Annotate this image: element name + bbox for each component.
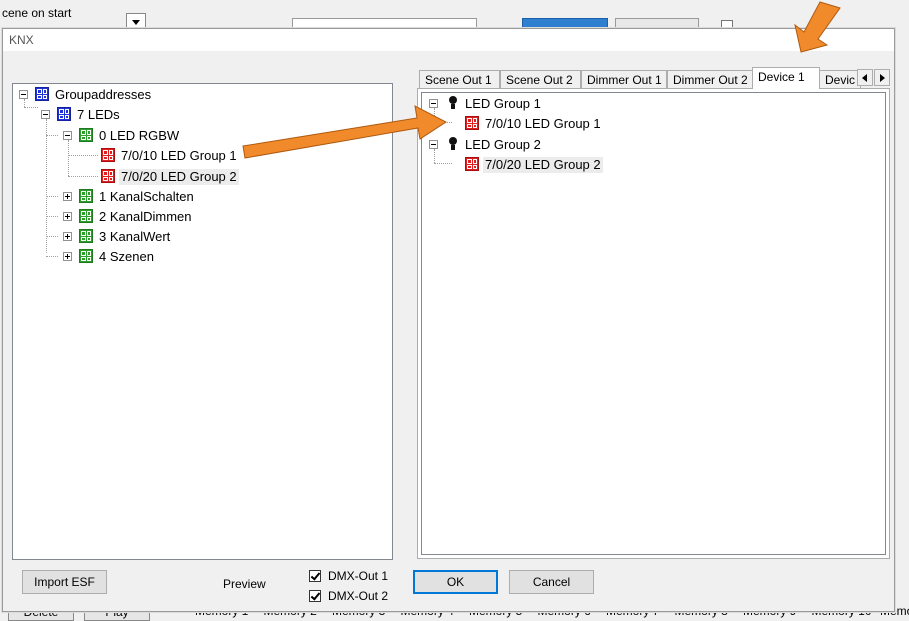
device-address-7-0-20[interactable]: 7/0/20 LED Group 2 xyxy=(465,156,645,174)
tab-scroll-left-icon[interactable] xyxy=(857,69,873,86)
tree-node-address-7-0-10[interactable]: 7/0/10 LED Group 1 xyxy=(101,147,261,165)
group-address-icon xyxy=(465,157,479,171)
collapse-icon[interactable] xyxy=(429,99,438,108)
tree-line xyxy=(46,256,58,257)
cancel-button[interactable]: Cancel xyxy=(509,570,594,594)
expand-icon[interactable] xyxy=(63,232,72,241)
device-group-led-group-1[interactable]: LED Group 1 xyxy=(429,95,629,113)
tree-line xyxy=(46,236,58,237)
tree-node-kanaldimmen[interactable]: 2 KanalDimmen xyxy=(63,208,263,226)
tree-node-label: 7 LEDs xyxy=(77,107,120,122)
background-app-toolbar: cene on start xyxy=(0,0,909,32)
group-address-icon xyxy=(101,169,115,183)
group-folder-icon xyxy=(35,87,49,101)
tree-line xyxy=(68,155,98,156)
tree-line xyxy=(68,140,69,176)
tree-node-label: 1 KanalSchalten xyxy=(99,189,194,204)
tree-node-7-leds[interactable]: 7 LEDs xyxy=(41,106,241,124)
output-tab-strip: Scene Out 1 Scene Out 2 Dimmer Out 1 Dim… xyxy=(419,67,890,89)
ok-button[interactable]: OK xyxy=(413,570,498,594)
collapse-icon[interactable] xyxy=(63,131,72,140)
tree-node-label: 7/0/10 LED Group 1 xyxy=(121,148,237,163)
dmx-out-2-checkbox[interactable] xyxy=(309,590,321,602)
tree-line xyxy=(24,107,38,108)
tree-node-kanalschalten[interactable]: 1 KanalSchalten xyxy=(63,188,263,206)
group-folder-icon xyxy=(79,229,93,243)
device-group-led-group-2[interactable]: LED Group 2 xyxy=(429,136,629,154)
tree-node-label: LED Group 2 xyxy=(465,137,541,152)
tree-node-label: Groupaddresses xyxy=(55,87,152,102)
tab-dimmer-out-2[interactable]: Dimmer Out 2 xyxy=(667,70,753,88)
background-right-edge xyxy=(893,30,909,619)
tree-line xyxy=(68,176,98,177)
expand-icon[interactable] xyxy=(63,192,72,201)
tab-dimmer-out-1[interactable]: Dimmer Out 1 xyxy=(581,70,667,88)
group-folder-icon xyxy=(79,249,93,263)
dmx-out-2-label: DMX-Out 2 xyxy=(328,589,389,603)
group-folder-icon xyxy=(57,107,71,121)
tab-scroll-right-icon[interactable] xyxy=(874,69,890,86)
tab-device-1[interactable]: Device 1 xyxy=(752,67,820,89)
tree-node-label: LED Group 1 xyxy=(465,96,541,111)
tree-node-label: 2 KanalDimmen xyxy=(99,209,192,224)
tree-node-address-7-0-20[interactable]: 7/0/20 LED Group 2 xyxy=(101,168,261,186)
group-folder-icon xyxy=(79,128,93,142)
group-folder-icon xyxy=(79,189,93,203)
tab-scene-out-2[interactable]: Scene Out 2 xyxy=(500,70,581,88)
tree-node-label: 7/0/10 LED Group 1 xyxy=(485,116,601,131)
tab-scene-out-1[interactable]: Scene Out 1 xyxy=(419,70,500,88)
tree-node-szenen[interactable]: 4 Szenen xyxy=(63,248,263,266)
tree-node-label: 7/0/20 LED Group 2 xyxy=(119,169,239,185)
group-address-icon xyxy=(101,148,115,162)
tree-line xyxy=(46,119,47,253)
tree-line xyxy=(434,163,452,164)
dialog-title: KNX xyxy=(9,33,34,47)
light-bulb-icon xyxy=(447,137,459,151)
device-tree[interactable]: LED Group 1 7/0/10 LED Group 1 LED Group… xyxy=(421,92,886,555)
dialog-titlebar[interactable]: KNX xyxy=(3,29,894,51)
scene-on-start-label: cene on start xyxy=(2,6,72,20)
tree-line xyxy=(46,135,58,136)
expand-icon[interactable] xyxy=(63,212,72,221)
tree-node-0-led-rgbw[interactable]: 0 LED RGBW xyxy=(63,127,263,145)
dmx-out-1-label: DMX-Out 1 xyxy=(328,569,389,583)
preview-label: Preview xyxy=(223,577,266,591)
tab-device-2-partial[interactable]: Devic xyxy=(819,70,861,88)
tree-node-groupaddresses[interactable]: Groupaddresses xyxy=(19,86,219,104)
groupaddress-tree[interactable]: Groupaddresses 7 LEDs 0 LED RGBW 7/0/10 … xyxy=(12,83,393,560)
tree-node-label: 7/0/20 LED Group 2 xyxy=(483,157,603,173)
tree-node-label: 4 Szenen xyxy=(99,249,154,264)
collapse-icon[interactable] xyxy=(41,110,50,119)
group-folder-icon xyxy=(79,209,93,223)
tree-node-label: 3 KanalWert xyxy=(99,229,171,244)
tree-node-kanalwert[interactable]: 3 KanalWert xyxy=(63,228,263,246)
collapse-icon[interactable] xyxy=(429,140,438,149)
tree-node-label: 0 LED RGBW xyxy=(99,128,180,143)
light-bulb-icon xyxy=(447,96,459,110)
device-address-7-0-10[interactable]: 7/0/10 LED Group 1 xyxy=(465,115,645,133)
dmx-out-1-checkbox[interactable] xyxy=(309,570,321,582)
tree-line xyxy=(46,216,58,217)
knx-dialog: KNX Groupaddresses 7 LEDs 0 LED RGBW 7/0… xyxy=(2,28,895,612)
tree-line xyxy=(46,196,58,197)
import-esf-button[interactable]: Import ESF xyxy=(22,570,107,594)
tree-line xyxy=(434,122,452,123)
expand-icon[interactable] xyxy=(63,252,72,261)
collapse-icon[interactable] xyxy=(19,90,28,99)
tab-page-device-1: LED Group 1 7/0/10 LED Group 1 LED Group… xyxy=(417,88,890,559)
group-address-icon xyxy=(465,116,479,130)
